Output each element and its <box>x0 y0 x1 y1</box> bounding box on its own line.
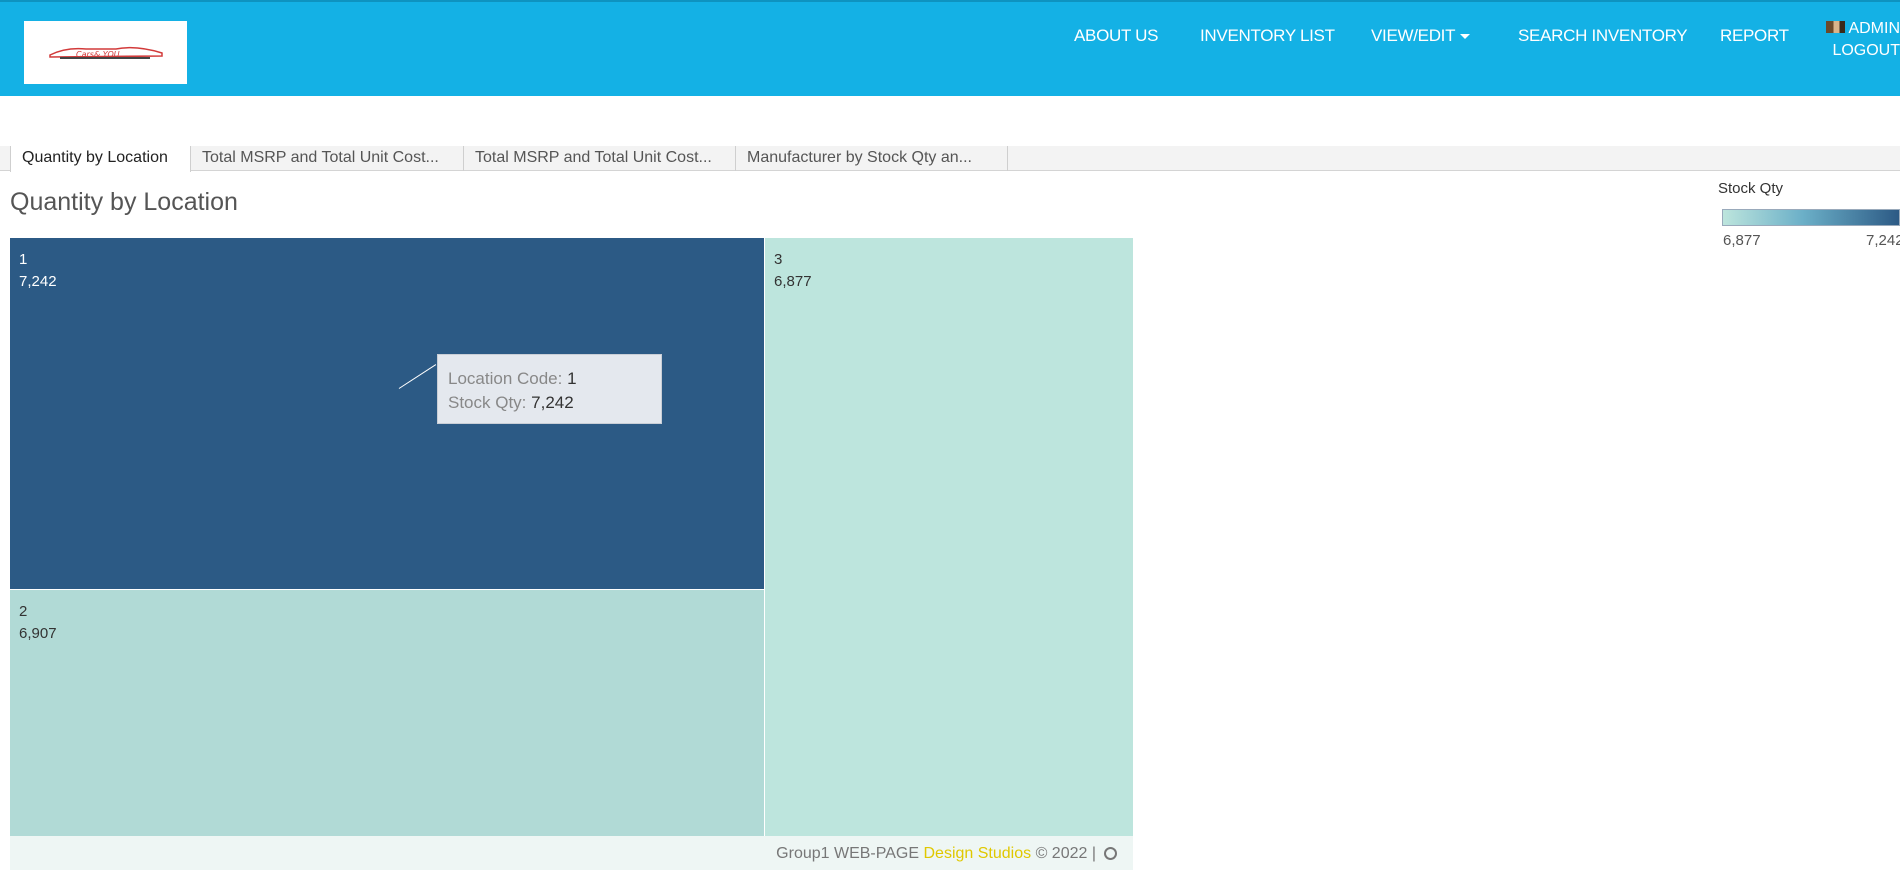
tab-quantity-by-location[interactable]: Quantity by Location <box>10 146 191 172</box>
footer: Group1 WEB-PAGE Design Studios © 2022 | <box>10 836 1133 870</box>
github-icon[interactable] <box>1104 847 1117 861</box>
svg-text:Cars& YOU: Cars& YOU <box>76 50 120 59</box>
nav-about-us[interactable]: ABOUT US <box>1074 26 1159 46</box>
admin-label: ADMIN <box>1848 20 1900 37</box>
avatar <box>1826 21 1846 33</box>
nav-report[interactable]: REPORT <box>1720 26 1789 46</box>
cell-label: 1 <box>19 251 28 268</box>
top-navbar: Cars& YOU ABOUT US INVENTORY LIST VIEW/E… <box>0 0 1900 96</box>
treemap-cell-location-2[interactable]: 2 6,907 <box>10 590 765 836</box>
treemap-chart: 1 7,242 2 6,907 3 6,877 <box>10 238 1133 836</box>
legend-color-scale <box>1722 209 1900 226</box>
cell-label: 2 <box>19 603 28 620</box>
legend-max-label: 7,242 <box>1866 232 1900 249</box>
treemap-cell-location-3[interactable]: 3 6,877 <box>765 238 1133 836</box>
tab-total-msrp-1[interactable]: Total MSRP and Total Unit Cost... <box>191 146 464 171</box>
page-title: Quantity by Location <box>10 188 238 216</box>
nav-view-edit-label: VIEW/EDIT <box>1371 26 1456 45</box>
cell-value: 6,877 <box>774 273 812 290</box>
nav-inventory-list[interactable]: INVENTORY LIST <box>1200 26 1335 46</box>
cell-label: 3 <box>774 251 783 268</box>
nav-search-inventory[interactable]: SEARCH INVENTORY <box>1518 26 1688 46</box>
user-menu: ADMIN LOGOUT <box>1810 18 1900 62</box>
chevron-down-icon <box>1460 34 1471 40</box>
brand-logo[interactable]: Cars& YOU <box>24 21 187 84</box>
legend-min-label: 6,877 <box>1723 232 1761 249</box>
cell-value: 7,242 <box>19 273 57 290</box>
car-logo-icon: Cars& YOU <box>48 46 163 59</box>
tooltip-row-stock: Stock Qty: 7,242 <box>448 393 574 412</box>
logout-link[interactable]: LOGOUT <box>1810 40 1900 62</box>
footer-text: Group1 WEB-PAGE Design Studios © 2022 | <box>776 845 1117 863</box>
sheet-tabbar: Quantity by Location Total MSRP and Tota… <box>0 146 1900 172</box>
tooltip-row-location: Location Code: 1 <box>448 369 577 388</box>
cell-value: 6,907 <box>19 625 57 642</box>
tab-manufacturer-stock[interactable]: Manufacturer by Stock Qty an... <box>736 146 1008 171</box>
tab-total-msrp-2[interactable]: Total MSRP and Total Unit Cost... <box>464 146 736 171</box>
legend-title: Stock Qty <box>1718 180 1784 197</box>
footer-accent: Design Studios <box>923 845 1032 862</box>
admin-user[interactable]: ADMIN <box>1810 18 1900 40</box>
nav-view-edit[interactable]: VIEW/EDIT <box>1371 26 1471 46</box>
chart-tooltip: Location Code: 1 Stock Qty: 7,242 <box>437 354 662 424</box>
